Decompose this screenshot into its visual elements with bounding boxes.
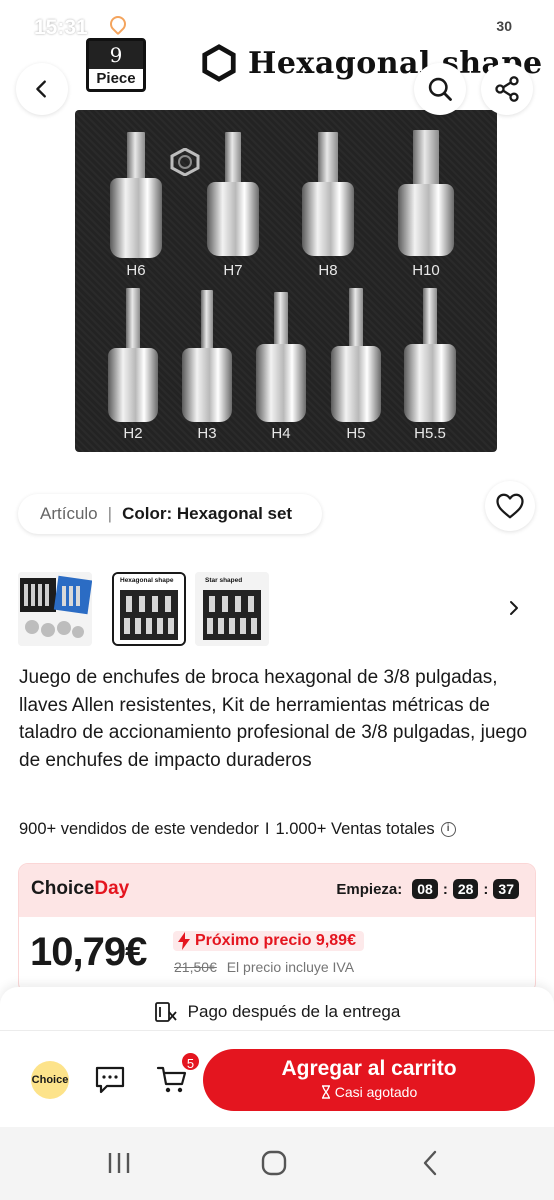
piece-count-word: Piece bbox=[96, 70, 136, 87]
choice-day-logo: ChoiceDay bbox=[31, 878, 129, 900]
thumbnail-3[interactable]: Star shaped bbox=[195, 572, 269, 646]
sales-separator: I bbox=[264, 820, 270, 838]
thumbnail-2-image bbox=[114, 574, 184, 644]
variant-selector[interactable]: Artículo | Color: Hexagonal set bbox=[18, 494, 322, 534]
socket-label: H5 bbox=[346, 425, 366, 442]
choice-logo-part1: Choice bbox=[31, 878, 95, 899]
countdown-timer: Empieza: 08 : 28 : 37 bbox=[336, 879, 519, 899]
socket-label: H10 bbox=[412, 262, 440, 279]
socket-label: H3 bbox=[197, 425, 217, 442]
battery-indicator: 30 bbox=[488, 16, 520, 36]
recent-apps-button[interactable] bbox=[99, 1147, 139, 1179]
screenshot-icon bbox=[88, 16, 104, 32]
add-to-cart-button[interactable]: Agregar al carrito Casi agotado bbox=[203, 1049, 535, 1111]
socket-label: H8 bbox=[318, 262, 338, 279]
old-price-row: 21,50€ El precio incluye IVA bbox=[174, 959, 354, 975]
vendor-sales: 900+ vendidos de este vendedor bbox=[19, 820, 259, 838]
chat-icon bbox=[95, 1066, 125, 1094]
socket-label: H6 bbox=[126, 262, 146, 279]
signal-icon bbox=[465, 18, 482, 34]
socket-h3: H3 bbox=[182, 290, 232, 444]
socket-h5: H5 bbox=[331, 288, 381, 444]
chevron-left-icon bbox=[36, 80, 46, 98]
home-button[interactable] bbox=[254, 1147, 294, 1179]
variant-color: Color: Hexagonal set bbox=[122, 504, 293, 523]
back-button[interactable] bbox=[16, 63, 68, 115]
search-button[interactable] bbox=[414, 63, 466, 115]
next-price-badge: Próximo precio 9,89€ bbox=[173, 931, 364, 951]
product-title: Juego de enchufes de broca hexagonal de … bbox=[19, 667, 528, 771]
socket-label: H2 bbox=[123, 425, 143, 442]
old-price: 21,50€ bbox=[174, 959, 217, 975]
thumbnail-next-button[interactable] bbox=[500, 594, 528, 622]
total-sales: 1.000+ Ventas totales bbox=[275, 820, 435, 838]
app-notification-icon bbox=[106, 12, 130, 36]
system-navigation-bar bbox=[0, 1127, 554, 1200]
socket-h6: H6 bbox=[110, 132, 162, 282]
sales-summary: 900+ vendidos de este vendedor I 1.000+ … bbox=[19, 820, 456, 839]
info-icon[interactable]: i bbox=[440, 822, 456, 837]
status-bar: 15:31 30 bbox=[0, 0, 554, 56]
socket-h8: H8 bbox=[302, 132, 354, 282]
system-back-button[interactable] bbox=[410, 1147, 450, 1179]
hex-nut-icon bbox=[170, 148, 200, 176]
socket-h2: H2 bbox=[108, 288, 158, 444]
stock-note-text: Casi agotado bbox=[334, 1084, 418, 1100]
choice-logo-part2: Day bbox=[94, 878, 130, 899]
countdown-minutes: 28 bbox=[452, 879, 479, 899]
socket-h4: H4 bbox=[256, 292, 306, 444]
search-icon bbox=[428, 77, 452, 101]
pay-after-delivery-text: Pago después de la entrega bbox=[187, 1002, 401, 1021]
status-system-icons: 30 bbox=[442, 16, 520, 36]
socket-h7: H7 bbox=[207, 132, 259, 282]
share-button[interactable] bbox=[481, 63, 533, 115]
pay-after-delivery[interactable]: Pago después de la entrega bbox=[0, 1001, 554, 1023]
lightning-icon bbox=[178, 932, 190, 950]
cart-count-badge: 5 bbox=[180, 1051, 201, 1072]
chat-button[interactable] bbox=[93, 1063, 127, 1097]
share-icon bbox=[495, 76, 519, 102]
thumbnail-3-caption: Star shaped bbox=[205, 577, 243, 584]
article-label: Artículo bbox=[40, 504, 98, 523]
thumbnail-2[interactable]: Hexagonal shape bbox=[112, 572, 186, 646]
socket-label: H7 bbox=[223, 262, 243, 279]
socket-label: H5.5 bbox=[414, 425, 446, 442]
next-price-text: Próximo precio 9,89€ bbox=[195, 932, 356, 949]
chevron-right-icon bbox=[510, 601, 518, 615]
back-arrow-icon bbox=[423, 1150, 437, 1176]
thumbnail-strip: Hexagonal shape Star shaped bbox=[0, 566, 554, 650]
cash-on-delivery-icon bbox=[154, 1002, 177, 1022]
countdown-hours: 08 bbox=[412, 879, 438, 899]
hourglass-icon bbox=[321, 1085, 330, 1099]
heart-icon bbox=[496, 493, 524, 519]
choice-day-card: ChoiceDay Empieza: 08 : 28 : 37 10,79€ P… bbox=[18, 863, 536, 993]
socket-h10: H10 bbox=[398, 130, 454, 282]
vat-note: El precio incluye IVA bbox=[226, 959, 355, 975]
current-price: 10,79€ bbox=[30, 930, 147, 974]
add-to-cart-label: Agregar al carrito bbox=[281, 1057, 457, 1080]
thumbnail-1-image bbox=[18, 572, 92, 646]
choice-day-header: ChoiceDay Empieza: 08 : 28 : 37 bbox=[19, 864, 535, 917]
wishlist-button[interactable] bbox=[485, 481, 535, 531]
socket-h5-5: H5.5 bbox=[404, 288, 456, 444]
stock-note: Casi agotado bbox=[203, 1084, 535, 1100]
status-time: 15:31 bbox=[34, 16, 88, 39]
product-image-gallery[interactable]: 15:31 30 9 Piece Hexagonal shape H6 H7 H… bbox=[0, 0, 554, 554]
countdown-label: Empieza: bbox=[336, 880, 403, 898]
variant-separator: | bbox=[107, 504, 113, 523]
socket-label: H4 bbox=[271, 425, 291, 442]
divider bbox=[0, 1030, 554, 1031]
bottom-action-bar: Pago después de la entrega Choice 5 Agre… bbox=[0, 987, 554, 1127]
countdown-seconds: 37 bbox=[493, 879, 519, 899]
status-notification-icons bbox=[88, 12, 130, 36]
thumbnail-2-caption: Hexagonal shape bbox=[120, 577, 174, 584]
recent-apps-icon bbox=[108, 1153, 130, 1173]
home-icon bbox=[261, 1150, 287, 1176]
choice-badge-button[interactable]: Choice bbox=[31, 1061, 69, 1099]
wifi-icon bbox=[442, 18, 459, 34]
thumbnail-1[interactable] bbox=[18, 572, 92, 646]
